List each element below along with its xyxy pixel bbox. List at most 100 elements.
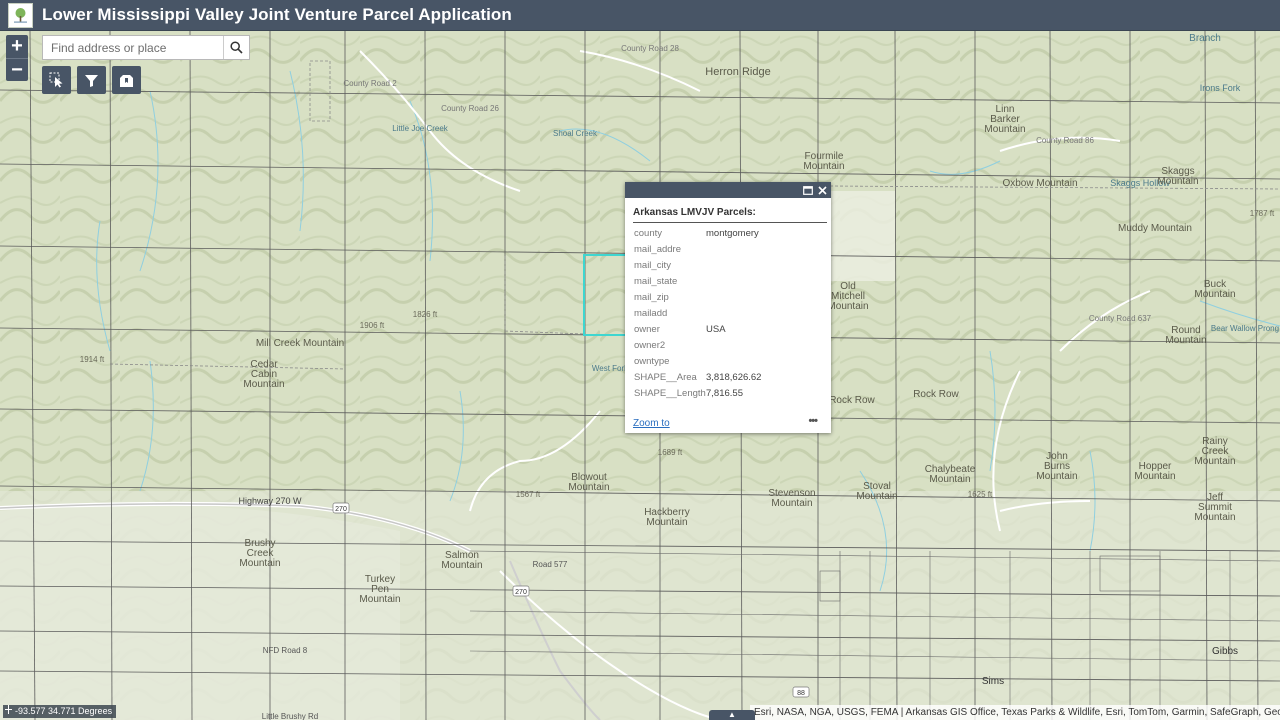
- label-road-577: Road 577: [533, 560, 568, 569]
- label-salmon: Salmon Mountain: [441, 550, 482, 571]
- svg-text:1826 ft: 1826 ft: [413, 310, 438, 319]
- label-chalybeate: Chalybeate Mountain: [925, 464, 976, 485]
- svg-text:Mountain: Mountain: [359, 594, 400, 605]
- label-mill-creek: Mill Creek Mountain: [256, 338, 344, 349]
- app-header: Lower Mississippi Valley Joint Venture P…: [0, 0, 1280, 31]
- coordinate-readout[interactable]: -93.577 34.771 Degrees: [3, 705, 117, 718]
- label-shoal-creek: Shoal Creek: [553, 129, 598, 138]
- label-little-brushy: Little Brushy Rd: [262, 712, 318, 720]
- label-stevenson: Stevenson Mountain: [768, 488, 815, 509]
- attribute-row: SHAPE__Length 7,816.55: [634, 388, 743, 399]
- label-nfd-road: NFD Road 8: [263, 646, 308, 655]
- svg-text:Mountain: Mountain: [856, 491, 897, 502]
- attribute-row: owner USA: [634, 324, 726, 335]
- select-tool-button[interactable]: [42, 66, 71, 94]
- label-cr26: County Road 26: [441, 104, 499, 113]
- popup-attributes: county montgomery mail_addre mail_city ma…: [625, 226, 831, 402]
- attribute-row: mailadd: [634, 308, 668, 319]
- feature-popup: Arkansas LMVJV Parcels: county montgomery…: [625, 182, 831, 433]
- attribute-row: mail_addre: [634, 244, 681, 255]
- svg-text:Mountain: Mountain: [929, 474, 970, 485]
- filter-tool-button[interactable]: [77, 66, 106, 94]
- label-bear-wallow: Bear Wallow Prong: [1211, 324, 1279, 333]
- maximize-icon[interactable]: [801, 183, 815, 197]
- zoom-out-button[interactable]: −: [6, 58, 28, 81]
- label-sims: Sims: [982, 676, 1004, 687]
- bookmark-tool-button[interactable]: [112, 66, 141, 94]
- svg-text:1906 ft: 1906 ft: [360, 321, 385, 330]
- label-oxbow: Oxbow Mountain: [1002, 178, 1077, 189]
- more-options-icon[interactable]: •••: [808, 415, 818, 427]
- label-west-fork: West Fork: [592, 364, 629, 373]
- route-shield-270b: 270: [512, 585, 530, 597]
- svg-text:Mountain: Mountain: [568, 482, 609, 493]
- attribute-row: mail_zip: [634, 292, 669, 303]
- svg-text:Mountain: Mountain: [803, 161, 844, 172]
- label-rock-row: Rock Row: [829, 395, 875, 406]
- svg-text:Mountain: Mountain: [441, 560, 482, 571]
- label-blowout: Blowout Mountain: [568, 472, 609, 493]
- svg-text:1689 ft: 1689 ft: [658, 448, 683, 457]
- search-button[interactable]: [223, 36, 249, 59]
- zoom-to-link[interactable]: Zoom to: [633, 418, 670, 429]
- label-hackberry: Hackberry Mountain: [644, 507, 690, 528]
- attribute-row: owntype: [634, 356, 670, 367]
- label-fourmile: Fourmile Mountain: [803, 151, 844, 172]
- label-cr28: County Road 28: [621, 44, 679, 53]
- label-muddy: Muddy Mountain: [1118, 223, 1192, 234]
- close-icon[interactable]: [815, 183, 829, 197]
- svg-text:Mountain: Mountain: [1194, 512, 1235, 523]
- svg-text:1625 ft: 1625 ft: [968, 490, 993, 499]
- route-shield-270: 270: [332, 502, 350, 514]
- attribute-row: SHAPE__Area 3,818,626.62: [634, 372, 762, 383]
- filter-icon: [85, 74, 98, 87]
- label-cr2: County Road 2: [343, 79, 397, 88]
- label-cr86: County Road 86: [1036, 136, 1094, 145]
- app-logo: [8, 2, 33, 28]
- route-shield-88: 88: [792, 686, 810, 698]
- label-rock-row-2: Rock Row: [913, 389, 959, 400]
- label-branch: Branch: [1189, 33, 1221, 44]
- toolbar: [42, 66, 141, 94]
- label-round: Round Mountain: [1165, 325, 1206, 346]
- svg-text:270: 270: [515, 589, 527, 596]
- attribute-row: mail_state: [634, 276, 678, 287]
- chevron-up-icon: ▲: [728, 710, 736, 719]
- search-widget: [42, 35, 250, 60]
- attribute-row: mail_city: [634, 260, 671, 271]
- svg-text:Mountain: Mountain: [1194, 456, 1235, 467]
- svg-text:1787 ft: 1787 ft: [1250, 209, 1275, 218]
- attribute-row: county montgomery: [634, 228, 759, 239]
- attribute-row: owner2: [634, 340, 666, 351]
- label-little-joe: Little Joe Creek: [392, 124, 449, 133]
- svg-text:Mountain: Mountain: [1194, 289, 1235, 300]
- label-irons-fork: Irons Fork: [1200, 83, 1241, 93]
- svg-text:Mountain: Mountain: [1165, 335, 1206, 346]
- label-highway-270: Highway 270 W: [238, 496, 302, 506]
- search-input[interactable]: [43, 36, 224, 59]
- svg-text:88: 88: [797, 690, 805, 697]
- label-herron-ridge: Herron Ridge: [705, 66, 770, 78]
- svg-text:1914 ft: 1914 ft: [80, 355, 105, 364]
- svg-text:Mountain: Mountain: [771, 498, 812, 509]
- map-attribution: Esri, NASA, NGA, USGS, FEMA | Arkansas G…: [750, 705, 1280, 720]
- svg-text:Mountain: Mountain: [1157, 176, 1198, 187]
- svg-text:Mountain: Mountain: [1036, 471, 1077, 482]
- bookmark-icon: [120, 74, 133, 87]
- attribution-toggle[interactable]: ▲: [709, 710, 755, 720]
- svg-text:1567 ft: 1567 ft: [516, 490, 541, 499]
- zoom-control: + −: [6, 35, 28, 81]
- svg-text:270: 270: [335, 506, 347, 513]
- svg-text:Mountain: Mountain: [1134, 471, 1175, 482]
- label-gibbs: Gibbs: [1212, 646, 1238, 657]
- svg-text:Mountain: Mountain: [984, 124, 1025, 135]
- search-icon: [230, 41, 243, 54]
- zoom-in-button[interactable]: +: [6, 35, 28, 58]
- svg-text:Mountain: Mountain: [243, 379, 284, 390]
- crosshair-icon: [5, 705, 12, 718]
- coordinate-value: -93.577 34.771 Degrees: [15, 706, 113, 716]
- label-skaggs: Skaggs Mountain: [1157, 166, 1198, 187]
- popup-title: Arkansas LMVJV Parcels:: [633, 207, 827, 223]
- svg-text:Mountain: Mountain: [239, 558, 280, 569]
- svg-text:Mountain: Mountain: [646, 517, 687, 528]
